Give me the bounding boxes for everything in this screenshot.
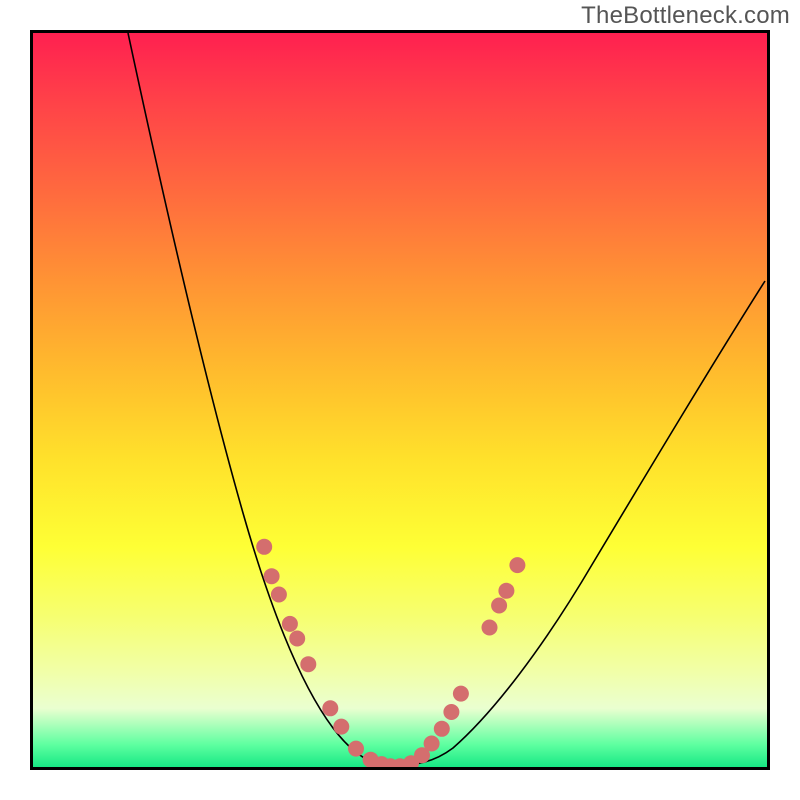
- curve-left: [128, 33, 388, 765]
- plot-frame: [30, 30, 770, 770]
- data-point: [300, 656, 316, 672]
- data-point: [443, 704, 459, 720]
- data-point: [491, 598, 507, 614]
- data-point: [509, 557, 525, 573]
- data-point: [424, 736, 440, 752]
- data-point: [333, 719, 349, 735]
- data-points: [256, 539, 525, 767]
- data-point: [322, 700, 338, 716]
- data-point: [256, 539, 272, 555]
- data-point: [348, 741, 364, 757]
- data-point: [482, 620, 498, 636]
- watermark-text: TheBottleneck.com: [581, 2, 790, 30]
- data-point: [264, 568, 280, 584]
- plot-svg: [33, 33, 767, 767]
- data-point: [434, 721, 450, 737]
- data-point: [271, 587, 287, 603]
- data-point: [453, 686, 469, 702]
- data-point: [289, 631, 305, 647]
- data-point: [282, 616, 298, 632]
- chart-container: TheBottleneck.com: [0, 0, 800, 800]
- curves: [128, 33, 765, 765]
- data-point: [498, 583, 514, 599]
